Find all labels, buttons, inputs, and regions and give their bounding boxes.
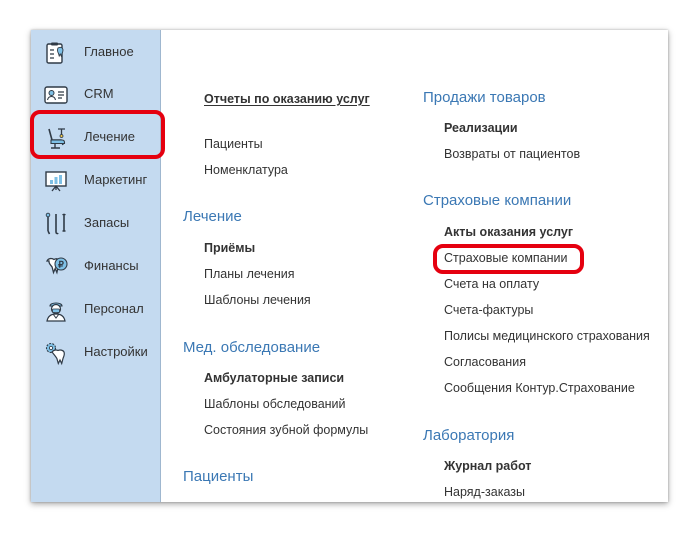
section-title-insurance: Страховые компании (423, 192, 572, 209)
sidebar-item-label: Маркетинг (84, 172, 148, 187)
link-tax-invoices[interactable]: Счета-фактуры (444, 303, 533, 317)
svg-text:₽: ₽ (58, 260, 64, 270)
dental-tools-icon (43, 211, 69, 237)
sidebar-item-label: Главное (84, 44, 134, 59)
presentation-chart-icon (43, 168, 69, 194)
sidebar-item-settings[interactable]: Настройки (31, 333, 160, 373)
link-service-reports[interactable]: Отчеты по оказанию услуг (204, 92, 370, 106)
main-content: Отчеты по оказанию услуг Пациенты Номенк… (161, 30, 668, 502)
section-title-patients: Пациенты (183, 468, 254, 485)
sidebar-item-label: CRM (84, 86, 114, 101)
sidebar-item-label: Настройки (84, 344, 148, 359)
section-title-treatment: Лечение (183, 208, 242, 225)
link-treatment-templates[interactable]: Шаблоны лечения (204, 293, 311, 307)
link-outpatient-records[interactable]: Амбулаторные записи (204, 371, 344, 385)
tooth-ruble-icon: ₽ (43, 254, 69, 280)
link-kontur-messages[interactable]: Сообщения Контур.Страхование (444, 381, 635, 395)
sidebar-item-finance[interactable]: ₽ Финансы (31, 247, 160, 287)
link-treatment-plans[interactable]: Планы лечения (204, 267, 295, 281)
link-patients[interactable]: Пациенты (204, 137, 263, 151)
sidebar-item-crm[interactable]: CRM (31, 75, 160, 115)
link-work-orders[interactable]: Наряд-заказы (444, 485, 525, 499)
id-card-icon (43, 82, 69, 108)
link-work-journal[interactable]: Журнал работ (444, 459, 531, 473)
link-approvals[interactable]: Согласования (444, 355, 526, 369)
sidebar-item-stock[interactable]: Запасы (31, 204, 160, 244)
highlight-insurance-companies (433, 244, 584, 274)
sidebar-item-marketing[interactable]: Маркетинг (31, 161, 160, 201)
sidebar-item-staff[interactable]: Персонал (31, 290, 160, 330)
section-title-sales: Продажи товаров (423, 89, 546, 106)
clipboard-tooth-icon (43, 40, 69, 66)
tooth-gear-icon (43, 340, 69, 366)
link-appointments[interactable]: Приёмы (204, 241, 255, 255)
sidebar: Главное CRM Лечение Маркетинг Запасы ₽ Ф… (31, 30, 161, 502)
section-title-exam: Мед. обследование (183, 339, 321, 356)
link-exam-templates[interactable]: Шаблоны обследований (204, 397, 346, 411)
link-insurance-policies[interactable]: Полисы медицинского страхования (444, 329, 650, 343)
link-tooth-formula-states[interactable]: Состояния зубной формулы (204, 423, 368, 437)
sidebar-item-label: Запасы (84, 215, 130, 230)
section-title-lab: Лаборатория (423, 427, 515, 444)
sidebar-item-main[interactable]: Главное (31, 33, 160, 73)
link-nomenclature[interactable]: Номенклатура (204, 163, 288, 177)
sidebar-item-label: Финансы (84, 258, 139, 273)
link-sales[interactable]: Реализации (444, 121, 518, 135)
link-patient-returns[interactable]: Возвраты от пациентов (444, 147, 580, 161)
highlight-sidebar-treatment (30, 110, 165, 159)
link-payment-invoices[interactable]: Счета на оплату (444, 277, 539, 291)
sidebar-item-label: Персонал (84, 301, 144, 316)
doctor-icon (43, 297, 69, 323)
link-service-acts[interactable]: Акты оказания услуг (444, 225, 573, 239)
